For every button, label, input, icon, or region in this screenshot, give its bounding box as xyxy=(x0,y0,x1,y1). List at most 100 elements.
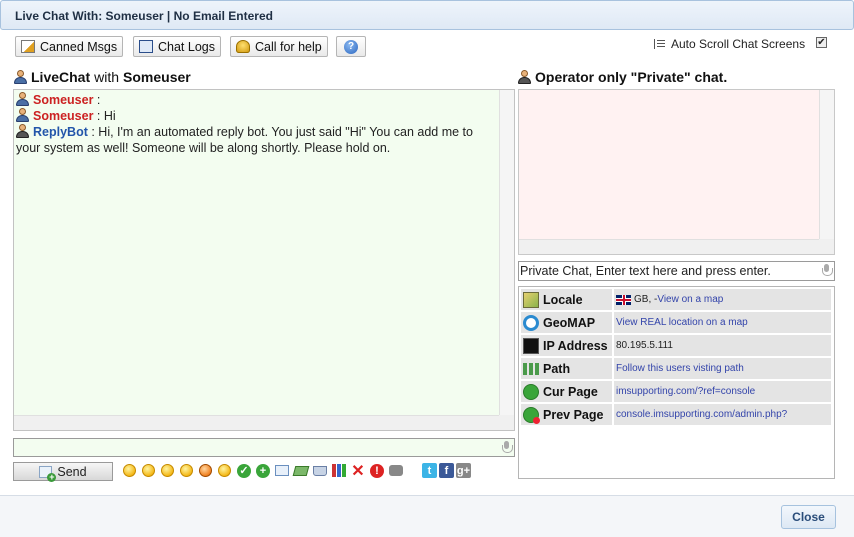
chat-horizontal-scrollbar[interactable] xyxy=(14,415,499,430)
livechat-heading: LiveChat with Someuser xyxy=(14,69,191,85)
info-value: 80.195.5.111 xyxy=(614,335,831,356)
current-page-icon xyxy=(523,383,539,400)
pencil-note-icon xyxy=(21,40,35,53)
user-icon xyxy=(16,108,29,122)
private-chat-input-wrap xyxy=(518,261,835,281)
follow-path-link[interactable]: Follow this users visting path xyxy=(616,363,744,374)
facebook-icon[interactable]: f xyxy=(439,463,454,478)
livechat-heading-prefix: LiveChat xyxy=(31,69,91,85)
operator-heading: Operator only "Private" chat. xyxy=(518,69,727,85)
message-separator: : xyxy=(93,93,101,107)
chat-message: ReplyBot : Hi, I'm an automated reply bo… xyxy=(14,124,514,156)
previous-page-link[interactable]: console.imsupporting.com/admin.php? xyxy=(616,409,787,420)
info-value: View REAL location on a map xyxy=(614,312,831,333)
visitor-info-panel: Locale GB, - View on a map GeoMAP View R… xyxy=(518,286,835,479)
chat-bubble-user-icon xyxy=(14,70,27,84)
auto-scroll-checkbox[interactable]: ✔ xyxy=(816,37,827,48)
book-icon xyxy=(139,40,153,53)
view-real-location-link[interactable]: View REAL location on a map xyxy=(616,317,748,328)
tongue-emoticon-icon[interactable] xyxy=(199,464,212,477)
smile-emoticon-icon[interactable] xyxy=(123,464,136,477)
bar-chart-icon[interactable] xyxy=(332,464,346,477)
view-on-map-link[interactable]: View on a map xyxy=(657,294,723,305)
chat-vertical-scrollbar[interactable] xyxy=(499,90,514,415)
scroll-corner xyxy=(499,415,514,430)
private-horizontal-scrollbar[interactable] xyxy=(519,239,819,254)
chat-message: Someuser : Hi xyxy=(14,108,514,124)
microphone-icon[interactable] xyxy=(822,264,833,277)
uk-flag-icon xyxy=(616,294,631,305)
path-icon xyxy=(523,362,539,375)
microphone-icon[interactable] xyxy=(502,441,513,454)
close-label: Close xyxy=(792,510,825,524)
info-value: Follow this users visting path xyxy=(614,358,831,379)
google-plus-icon[interactable]: g+ xyxy=(456,463,471,478)
current-page-link[interactable]: imsupporting.com/?ref=console xyxy=(616,386,755,397)
chat-message-input[interactable] xyxy=(13,438,515,457)
private-chat-input[interactable] xyxy=(519,262,817,280)
info-row-locale: Locale GB, - View on a map xyxy=(521,289,832,310)
previous-page-icon xyxy=(523,406,540,424)
info-key: Locale xyxy=(521,289,612,310)
send-message-icon xyxy=(39,465,57,482)
operator-icon xyxy=(518,70,531,84)
chat-logs-button[interactable]: Chat Logs xyxy=(133,36,221,57)
help-button[interactable]: ? xyxy=(336,36,366,57)
info-row-path: Path Follow this users visting path xyxy=(521,358,832,379)
info-value: console.imsupporting.com/admin.php? xyxy=(614,404,831,425)
emoticon-toolbar: ✓ + ✕ ! t f g+ xyxy=(123,463,471,480)
sad-emoticon-icon[interactable] xyxy=(142,464,155,477)
canned-msgs-button[interactable]: Canned Msgs xyxy=(15,36,124,57)
info-key: IP Address xyxy=(521,335,612,356)
terminal-icon xyxy=(523,337,539,354)
message-text: Hi xyxy=(103,109,116,123)
alert-icon[interactable]: ! xyxy=(370,463,384,478)
message-sender: Someuser xyxy=(33,109,94,123)
bot-icon xyxy=(16,124,29,138)
send-button[interactable]: Send xyxy=(13,462,113,482)
window-title: Live Chat With: Someuser | No Email Ente… xyxy=(15,9,273,23)
transfer-icon[interactable] xyxy=(389,465,403,476)
message-sender: ReplyBot xyxy=(33,125,88,139)
neutral-emoticon-icon[interactable] xyxy=(180,464,193,477)
check-icon[interactable]: ✓ xyxy=(237,463,251,478)
close-button[interactable]: Close xyxy=(781,505,836,529)
email-icon[interactable] xyxy=(275,465,289,476)
map-icon xyxy=(523,291,539,308)
info-key: GeoMAP xyxy=(521,312,612,333)
close-x-icon[interactable]: ✕ xyxy=(351,463,365,480)
send-label: Send xyxy=(57,464,87,479)
info-key: Cur Page xyxy=(521,381,612,402)
private-chat-transcript[interactable] xyxy=(518,89,835,255)
basket-icon[interactable] xyxy=(313,465,327,476)
private-vertical-scrollbar[interactable] xyxy=(819,90,834,239)
info-value: imsupporting.com/?ref=console xyxy=(614,381,831,402)
message-separator: : xyxy=(93,109,104,123)
call-for-help-label: Call for help xyxy=(255,39,322,54)
list-lines-icon xyxy=(654,39,665,49)
grin-emoticon-icon[interactable] xyxy=(161,464,174,477)
operator-heading-text: Operator only "Private" chat. xyxy=(535,69,728,85)
chat-logs-label: Chat Logs xyxy=(158,39,215,54)
call-for-help-button[interactable]: Call for help xyxy=(230,36,328,57)
info-key-label: GeoMAP xyxy=(543,315,596,330)
chat-transcript[interactable]: Someuser : Someuser : Hi ReplyBot : Hi, … xyxy=(13,89,515,431)
info-key-label: Prev Page xyxy=(543,407,604,422)
twitter-icon[interactable]: t xyxy=(422,463,437,478)
laugh-emoticon-icon[interactable] xyxy=(218,464,231,477)
add-icon[interactable]: + xyxy=(256,463,270,478)
scroll-corner xyxy=(819,239,834,254)
info-key-label: IP Address xyxy=(543,338,608,353)
info-value: GB, - View on a map xyxy=(614,289,831,310)
info-row-geomap: GeoMAP View REAL location on a map xyxy=(521,312,832,333)
info-key-label: Cur Page xyxy=(543,384,598,399)
info-row-prev-page: Prev Page console.imsupporting.com/admin… xyxy=(521,404,832,425)
livechat-heading-user: Someuser xyxy=(123,69,191,85)
globe-icon xyxy=(523,314,539,331)
auto-scroll-label: Auto Scroll Chat Screens xyxy=(654,37,805,51)
info-key: Path xyxy=(521,358,612,379)
auto-scroll-text: Auto Scroll Chat Screens xyxy=(671,37,806,51)
ip-address-value: 80.195.5.111 xyxy=(616,340,673,351)
info-key-label: Path xyxy=(543,361,571,376)
money-icon[interactable] xyxy=(292,465,310,476)
